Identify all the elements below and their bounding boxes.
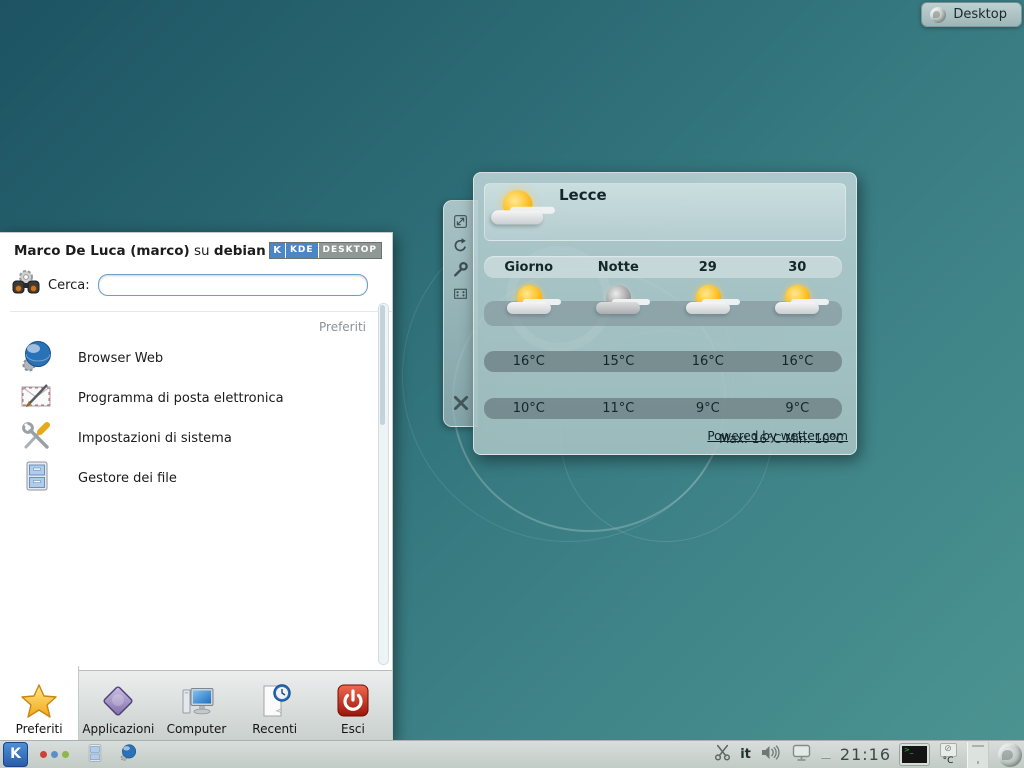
high-temp: 15°C xyxy=(602,354,634,369)
red-dot-icon xyxy=(40,751,47,758)
resize-icon[interactable] xyxy=(452,213,469,230)
globe-gear-icon xyxy=(20,340,54,376)
network-monitor-icon[interactable] xyxy=(791,744,812,766)
section-label: Preferiti xyxy=(0,312,392,336)
weather-col-label: 29 xyxy=(699,260,717,275)
favorites-list: Browser Web Programma di posta elettroni… xyxy=(0,336,392,498)
search-label: Cerca: xyxy=(48,278,90,293)
low-temp: 11°C xyxy=(602,401,634,416)
high-temp: 16°C xyxy=(692,354,724,369)
sun-cloud-icon xyxy=(506,284,552,320)
maximize-icon[interactable] xyxy=(452,285,469,302)
taskbar-panel: K it xyxy=(0,740,1024,768)
kde-logo-icon: K xyxy=(270,243,286,258)
tab-preferiti[interactable]: Preferiti xyxy=(0,666,79,741)
weather-tray-symbol: ⊘ xyxy=(940,743,957,757)
kde-desktop-badge: K KDE DESKTOP xyxy=(269,242,382,259)
terminal-tray-icon[interactable]: >_ xyxy=(900,744,929,765)
weather-tray-icon[interactable]: ⊘ °C xyxy=(938,743,958,766)
user-host-su: su xyxy=(190,243,214,259)
low-temp: 9°C xyxy=(785,401,809,416)
clipboard-scissors-icon[interactable] xyxy=(714,744,731,765)
menu-item-label: Browser Web xyxy=(78,351,163,366)
user-name: Marco De Luca (marco) xyxy=(14,243,190,259)
weather-col-label: 30 xyxy=(788,260,806,275)
weather-col-label: Giorno xyxy=(504,260,553,275)
menu-item-browser[interactable]: Browser Web xyxy=(0,338,392,378)
kickoff-tabbar: Preferiti Applicazioni xyxy=(0,666,392,741)
tab-label: Computer xyxy=(167,722,227,736)
tray-expander-icon[interactable] xyxy=(821,751,831,758)
sun-cloud-icon xyxy=(685,284,731,320)
tab-label: Esci xyxy=(341,722,365,736)
sun-cloud-icon xyxy=(490,189,544,231)
blue-dot-icon xyxy=(51,751,58,758)
system-tray: it 21:16 >_ ⊘ °C xyxy=(714,742,1024,768)
green-dot-icon xyxy=(62,751,69,758)
moon-cloud-icon xyxy=(595,284,641,320)
star-icon xyxy=(20,683,58,719)
host-name: debian xyxy=(214,243,266,259)
search-binoculars-icon xyxy=(10,269,42,301)
panel-spacer[interactable] xyxy=(967,742,989,768)
crossed-tools-icon xyxy=(20,420,54,456)
menu-item-files[interactable]: Gestore dei file xyxy=(0,458,392,498)
tab-esci[interactable]: Esci xyxy=(314,666,392,741)
computer-icon xyxy=(178,683,216,719)
high-temp: 16°C xyxy=(513,354,545,369)
tab-applicazioni[interactable]: Applicazioni xyxy=(79,666,157,741)
panel-cashew-icon[interactable] xyxy=(998,743,1022,767)
tab-computer[interactable]: Computer xyxy=(157,666,235,741)
power-icon xyxy=(334,683,372,719)
search-input[interactable] xyxy=(98,274,368,296)
weather-tray-label: °C xyxy=(943,757,954,766)
tab-recenti[interactable]: Recenti xyxy=(236,666,314,741)
kickoff-launcher: Marco De Luca (marco) su debian K KDE DE… xyxy=(0,232,393,742)
low-temp: 10°C xyxy=(513,401,545,416)
file-cabinet-icon xyxy=(20,460,54,496)
tab-label: Preferiti xyxy=(16,722,63,736)
menu-item-label: Programma di posta elettronica xyxy=(78,391,284,406)
quick-launch-dots[interactable] xyxy=(40,751,69,758)
menu-item-mail[interactable]: Programma di posta elettronica xyxy=(0,378,392,418)
sun-cloud-icon xyxy=(774,284,820,320)
document-clock-icon xyxy=(256,683,294,719)
close-icon[interactable] xyxy=(452,394,469,411)
desktop-toolbox[interactable]: Desktop xyxy=(921,2,1022,27)
volume-icon[interactable] xyxy=(760,744,782,765)
scrollbar[interactable] xyxy=(378,303,389,665)
weather-widget: Lecce Max: 16°C Min: 10°C Giorno Notte 2… xyxy=(473,172,857,455)
kde-menu-button[interactable]: K xyxy=(3,742,28,767)
digital-clock[interactable]: 21:16 xyxy=(840,745,891,764)
file-manager-launcher[interactable] xyxy=(85,743,105,767)
desktop-toolbox-label: Desktop xyxy=(953,7,1007,22)
scrollbar-thumb[interactable] xyxy=(380,305,385,425)
high-temp: 16°C xyxy=(781,354,813,369)
low-temp: 9°C xyxy=(696,401,720,416)
browser-launcher[interactable] xyxy=(119,743,138,766)
menu-item-settings[interactable]: Impostazioni di sistema xyxy=(0,418,392,458)
menu-item-label: Impostazioni di sistema xyxy=(78,431,232,446)
tab-label: Applicazioni xyxy=(82,722,154,736)
menu-item-label: Gestore dei file xyxy=(78,471,177,486)
diamond-icon xyxy=(99,683,137,719)
rotate-icon[interactable] xyxy=(452,237,469,254)
mail-pen-icon xyxy=(20,380,54,416)
weather-city: Lecce xyxy=(559,186,607,204)
keyboard-layout-indicator[interactable]: it xyxy=(740,747,751,762)
weather-credit-link[interactable]: Powered by wetter.com xyxy=(707,429,848,443)
cashew-icon xyxy=(930,7,946,23)
badge-desktop-label: DESKTOP xyxy=(319,243,381,258)
configure-icon[interactable] xyxy=(452,261,469,278)
badge-kde-label: KDE xyxy=(286,243,319,258)
weather-col-label: Notte xyxy=(598,260,639,275)
tab-label: Recenti xyxy=(252,722,297,736)
